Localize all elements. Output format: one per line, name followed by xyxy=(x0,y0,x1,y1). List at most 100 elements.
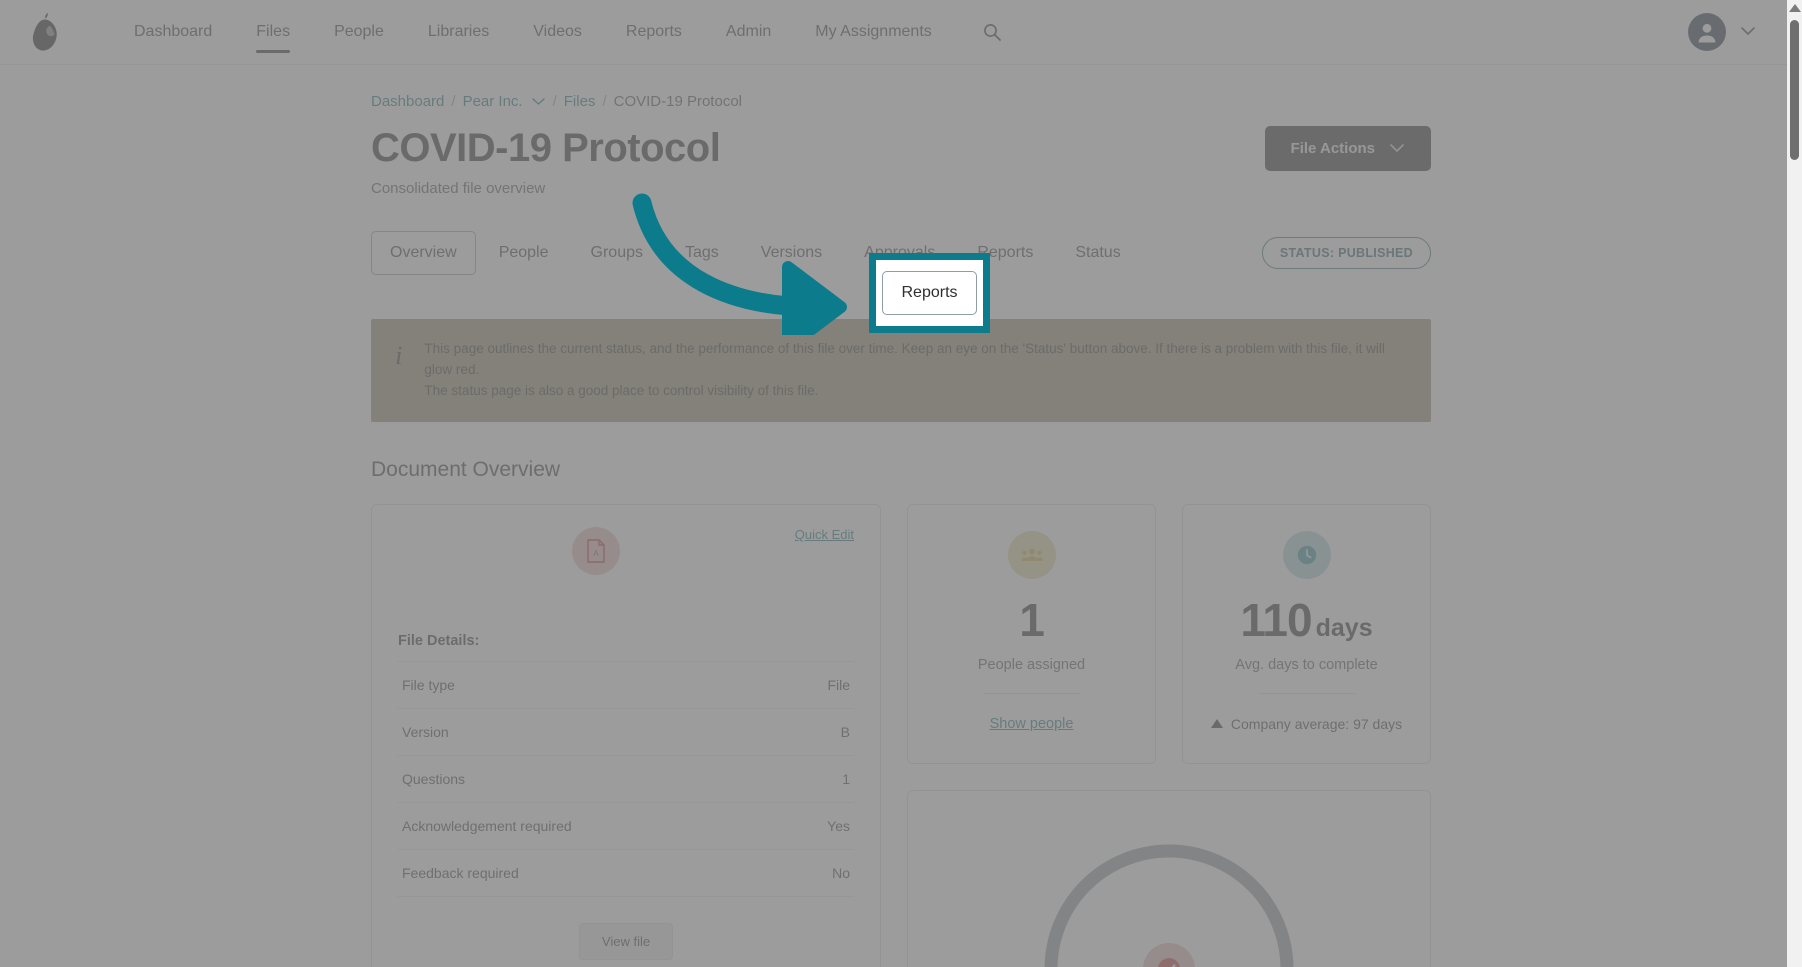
people-assigned-value: 1 xyxy=(1019,593,1045,646)
avg-days-value: 110 xyxy=(1240,593,1312,646)
nav-link-admin[interactable]: Admin xyxy=(704,1,793,63)
info-banner-line-2: The status page is also a good place to … xyxy=(424,382,819,398)
file-actions-button[interactable]: File Actions xyxy=(1264,126,1431,171)
table-row: Questions 1 xyxy=(398,754,854,803)
view-file-button[interactable]: View file xyxy=(578,922,674,960)
info-banner-text: This page outlines the current status, a… xyxy=(424,339,1407,402)
company-average-row: Company average: 97 days xyxy=(1203,716,1410,732)
view-file-wrapper: View file xyxy=(398,922,854,960)
breadcrumb-current: COVID-19 Protocol xyxy=(613,93,742,110)
nav-link-files[interactable]: Files xyxy=(234,1,312,63)
stat-cards-row: 1 People assigned Show people 110 days A… xyxy=(907,503,1431,764)
row-label: Questions xyxy=(398,754,744,803)
search-icon[interactable] xyxy=(982,22,1002,42)
nav-link-dashboard[interactable]: Dashboard xyxy=(112,1,234,63)
avg-days-caption: Avg. days to complete xyxy=(1235,656,1378,673)
vertical-scrollbar[interactable] xyxy=(1787,0,1802,967)
row-value: No xyxy=(744,848,854,897)
file-details-column: A Quick Edit File Details: File type Fil… xyxy=(371,503,881,967)
info-banner: i This page outlines the current status,… xyxy=(371,319,1431,422)
tab-overview[interactable]: Overview xyxy=(371,231,476,275)
svg-text:A: A xyxy=(594,549,600,558)
page-title: COVID-19 Protocol xyxy=(371,126,721,170)
avatar-chevron-down-icon[interactable] xyxy=(1740,23,1756,41)
page-title-block: COVID-19 Protocol Consolidated file over… xyxy=(371,126,721,197)
breadcrumb-item-files[interactable]: Files xyxy=(564,93,596,110)
file-details-card: A Quick Edit File Details: File type Fil… xyxy=(371,503,881,967)
row-label: Feedback required xyxy=(398,848,744,897)
row-value: 1 xyxy=(744,754,854,803)
content-container: Dashboard / Pear Inc. / Files / COVID-19… xyxy=(371,65,1431,967)
avg-days-unit: days xyxy=(1315,613,1373,642)
company-average-label: Company average: 97 days xyxy=(1230,715,1403,732)
reports-tab-highlight-box: Reports xyxy=(869,253,990,333)
file-actions-label: File Actions xyxy=(1290,140,1375,157)
info-icon: i xyxy=(395,341,403,370)
breadcrumb-item-org[interactable]: Pear Inc. xyxy=(463,93,523,110)
show-people-link[interactable]: Show people xyxy=(990,716,1074,732)
file-details-table: File type File Version B Questions 1 Ack… xyxy=(398,660,854,897)
nav-link-libraries[interactable]: Libraries xyxy=(406,1,511,63)
nav-link-my-assignments[interactable]: My Assignments xyxy=(793,1,953,63)
tab-status[interactable]: Status xyxy=(1056,231,1139,275)
row-label: File type xyxy=(398,660,744,709)
status-badge: STATUS: PUBLISHED xyxy=(1261,237,1431,269)
file-details-card-header: A Quick Edit xyxy=(398,526,854,575)
file-icon-wrapper: A xyxy=(398,526,795,575)
breadcrumb-chevron-down-icon[interactable] xyxy=(531,93,546,110)
row-label: Acknowledgement required xyxy=(398,801,744,850)
people-assigned-card: 1 People assigned Show people xyxy=(907,503,1156,764)
divider xyxy=(983,692,1080,694)
overview-grid: A Quick Edit File Details: File type Fil… xyxy=(371,503,1431,967)
nav-link-videos[interactable]: Videos xyxy=(511,1,604,63)
section-title: Document Overview xyxy=(371,457,561,481)
breadcrumb-separator-3: / xyxy=(602,93,607,110)
app-page: Dashboard Files People Libraries Videos … xyxy=(0,0,1802,967)
row-value: B xyxy=(744,707,854,756)
top-navigation-bar: Dashboard Files People Libraries Videos … xyxy=(0,0,1802,65)
scrollbar-thumb[interactable] xyxy=(1790,20,1799,160)
tab-people[interactable]: People xyxy=(480,231,568,275)
divider xyxy=(1258,692,1355,694)
scroll-up-arrow-icon[interactable] xyxy=(1788,4,1801,12)
table-row: Feedback required No xyxy=(398,848,854,897)
row-label: Version xyxy=(398,707,744,756)
table-row: File type File xyxy=(398,660,854,709)
table-row: Acknowledgement required Yes xyxy=(398,801,854,850)
table-row: Version B xyxy=(398,707,854,756)
nav-link-reports[interactable]: Reports xyxy=(604,1,704,63)
stats-column: 1 People assigned Show people 110 days A… xyxy=(907,503,1431,967)
page-subtitle: Consolidated file overview xyxy=(371,180,546,197)
row-value: Yes xyxy=(744,801,854,850)
page-content: Dashboard / Pear Inc. / Files / COVID-19… xyxy=(0,65,1802,967)
file-actions-chevron-down-icon xyxy=(1389,140,1405,157)
nav-right-group xyxy=(1688,13,1802,51)
quick-edit-link[interactable]: Quick Edit xyxy=(795,527,854,542)
row-value: File xyxy=(744,660,854,709)
avg-days-card: 110 days Avg. days to complete Company av… xyxy=(1182,503,1431,764)
donut-chart xyxy=(1029,819,1309,967)
avg-days-value-wrapper: 110 days xyxy=(1203,597,1410,643)
page-header: COVID-19 Protocol Consolidated file over… xyxy=(371,126,1431,197)
people-assigned-caption: People assigned xyxy=(977,656,1086,673)
file-details-label: File Details: xyxy=(398,632,480,649)
breadcrumb-separator-2: / xyxy=(552,93,557,110)
breadcrumb-separator: / xyxy=(451,93,456,110)
pdf-file-icon: A xyxy=(572,526,621,575)
nav-links: Dashboard Files People Libraries Videos … xyxy=(112,1,1002,63)
pear-logo-icon[interactable] xyxy=(14,12,76,52)
triangle-up-icon xyxy=(1210,719,1223,729)
breadcrumb: Dashboard / Pear Inc. / Files / COVID-19… xyxy=(371,65,1431,110)
breadcrumb-item-dashboard[interactable]: Dashboard xyxy=(371,93,444,110)
tab-reports-highlighted[interactable]: Reports xyxy=(882,271,977,315)
nav-link-people[interactable]: People xyxy=(312,1,406,63)
tab-groups[interactable]: Groups xyxy=(572,231,662,275)
user-avatar-icon[interactable] xyxy=(1688,13,1726,51)
completion-donut-card xyxy=(907,789,1431,967)
clock-icon xyxy=(1282,530,1331,579)
info-banner-line-1: This page outlines the current status, a… xyxy=(424,341,1385,377)
tab-tags[interactable]: Tags xyxy=(666,231,738,275)
people-group-icon xyxy=(1007,530,1056,579)
tab-versions[interactable]: Versions xyxy=(742,231,841,275)
tab-list: Overview People Groups Tags Versions App… xyxy=(371,231,1140,275)
